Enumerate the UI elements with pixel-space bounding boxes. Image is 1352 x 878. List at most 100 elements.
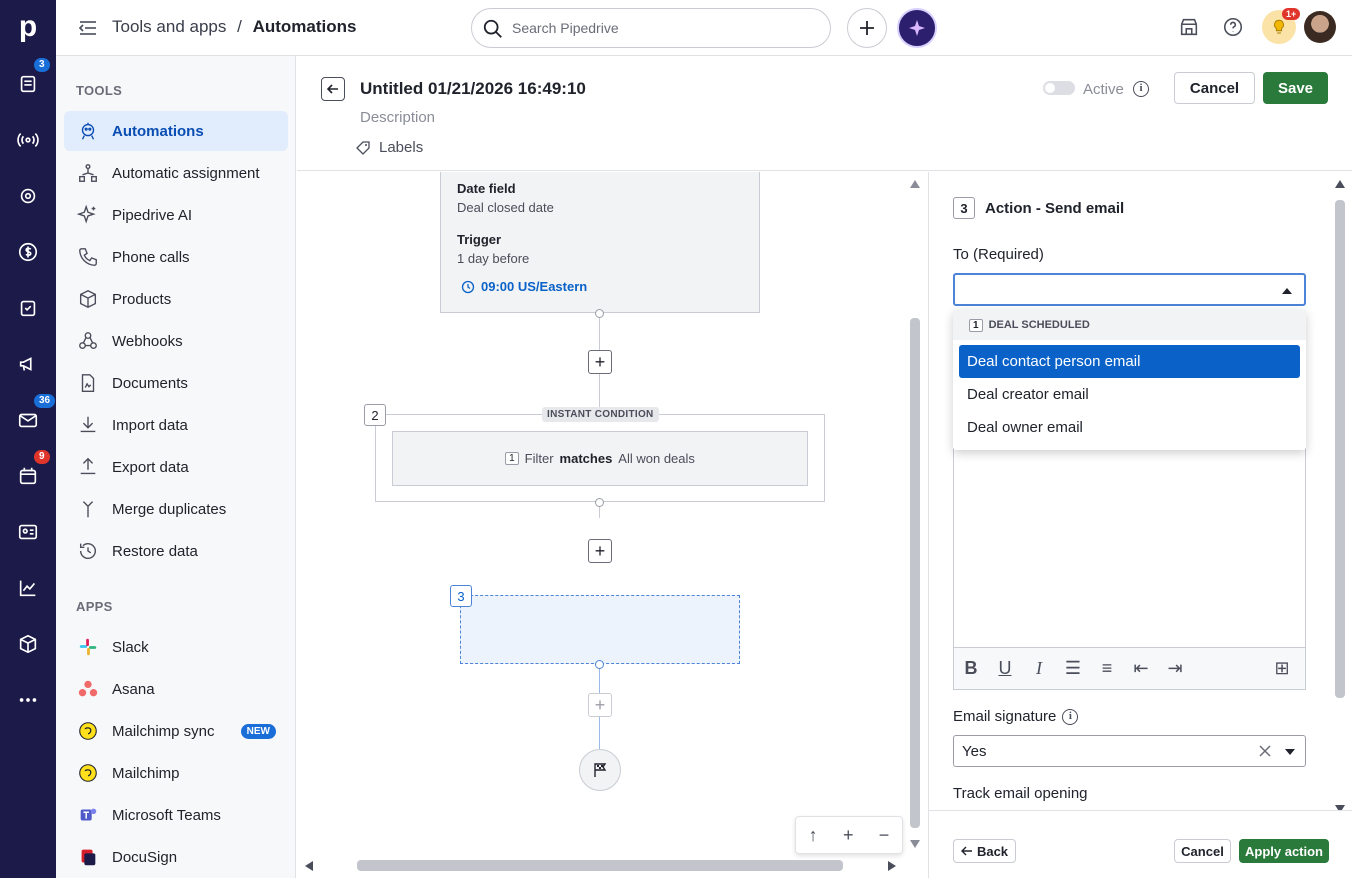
to-dropdown-menu: 1 DEAL SCHEDULED Deal contact person ema… (953, 310, 1306, 450)
sidebar-item-import-data[interactable]: Import data (64, 405, 288, 445)
active-toggle[interactable] (1043, 81, 1075, 95)
signature-info-icon[interactable]: i (1062, 708, 1079, 725)
workflow-canvas[interactable]: Date field Deal closed date Trigger 1 da… (297, 172, 927, 878)
arrow-up-icon[interactable]: ↑ (809, 825, 818, 846)
trigger-node[interactable]: Date field Deal closed date Trigger 1 da… (440, 172, 760, 313)
calendar-icon[interactable] (16, 464, 40, 488)
panel-back-button[interactable]: Back (953, 839, 1016, 863)
sidebar-app-asana[interactable]: Asana (64, 669, 288, 709)
search-box[interactable] (471, 8, 831, 48)
sidebar-item-pipedrive-ai[interactable]: Pipedrive AI (64, 195, 288, 235)
sidebar-item-restore-data[interactable]: Restore data (64, 531, 288, 571)
sidebar-app-docusign[interactable]: DocuSign (64, 837, 288, 877)
dollar-icon[interactable] (16, 240, 40, 264)
leads-icon[interactable] (16, 72, 40, 96)
sidebar-app-slack[interactable]: Slack (64, 627, 288, 667)
sidebar-item-documents[interactable]: Documents (64, 363, 288, 403)
scroll-up-icon[interactable] (909, 179, 921, 189)
sidebar-item-webhooks[interactable]: Webhooks (64, 321, 288, 361)
more-icon[interactable] (16, 688, 40, 712)
search-input[interactable] (512, 18, 812, 38)
dropdown-option[interactable]: Deal contact person email (959, 345, 1300, 378)
tips-badge: 1+ (1282, 8, 1301, 20)
user-avatar[interactable] (1304, 11, 1336, 43)
canvas-horizontal-scrollbar[interactable] (357, 860, 843, 871)
scroll-up-icon[interactable] (1334, 179, 1346, 189)
sidebar-item-export-data[interactable]: Export data (64, 447, 288, 487)
sidebar-app-microsoft-teams[interactable]: Microsoft Teams (64, 795, 288, 835)
add-step-button[interactable]: + (588, 350, 612, 374)
breadcrumb-parent[interactable]: Tools and apps (112, 17, 226, 36)
sidebar-item-merge-duplicates[interactable]: Merge duplicates (64, 489, 288, 529)
scroll-right-icon[interactable] (887, 860, 897, 872)
sidebar-item-automations[interactable]: Automations (64, 111, 288, 151)
scroll-down-icon[interactable] (909, 839, 921, 849)
canvas-vertical-scrollbar[interactable] (910, 318, 920, 828)
panel-vertical-scrollbar[interactable] (1335, 200, 1345, 698)
sidebar-app-mailchimp[interactable]: Mailchimp (64, 753, 288, 793)
sidebar-item-phone-calls[interactable]: Phone calls (64, 237, 288, 277)
apply-action-button[interactable]: Apply action (1239, 839, 1329, 863)
italic-icon[interactable]: I (1022, 658, 1056, 679)
megaphone-icon[interactable] (16, 352, 40, 376)
condition-node[interactable]: 1 Filter matches All won deals (375, 414, 825, 502)
ai-assistant-button[interactable] (897, 8, 937, 48)
target-icon[interactable] (16, 184, 40, 208)
to-select[interactable] (953, 273, 1306, 306)
clear-icon[interactable] (1259, 745, 1271, 757)
bold-icon[interactable]: B (954, 658, 988, 679)
sidebar-app-mailchimp-sync[interactable]: Mailchimp sync NEW (64, 711, 288, 751)
filter-value: All won deals (618, 451, 695, 466)
panel-cancel-button[interactable]: Cancel (1174, 839, 1231, 863)
signature-select[interactable]: Yes (953, 735, 1306, 767)
cancel-button[interactable]: Cancel (1174, 72, 1255, 104)
menu-collapse-icon[interactable] (78, 18, 98, 38)
description-field[interactable]: Description (360, 109, 435, 126)
zoom-out-icon[interactable]: − (879, 825, 890, 846)
filter-box[interactable]: 1 Filter matches All won deals (392, 431, 808, 486)
sidebar-item-label: Products (112, 290, 172, 308)
sidebar-item-label: Export data (112, 458, 189, 476)
info-icon[interactable]: i (1133, 81, 1149, 97)
add-step-button[interactable]: + (588, 539, 612, 563)
trigger-time: 09:00 US/Eastern (461, 279, 587, 294)
webhook-icon (76, 329, 100, 353)
products-icon[interactable] (16, 632, 40, 656)
add-step-button-disabled[interactable]: + (588, 693, 612, 717)
radio-icon[interactable] (16, 128, 40, 152)
underline-icon[interactable]: U (988, 658, 1022, 679)
box-icon (76, 287, 100, 311)
save-button[interactable]: Save (1263, 72, 1328, 104)
pipedrive-logo[interactable]: p (16, 12, 40, 42)
outdent-icon[interactable]: ⇤ (1124, 658, 1158, 679)
action-placeholder-node[interactable] (460, 595, 740, 664)
sidebar-item-products[interactable]: Products (64, 279, 288, 319)
dropdown-option[interactable]: Deal owner email (959, 411, 1300, 444)
breadcrumb-separator: / (237, 17, 242, 36)
quick-add-button[interactable] (847, 8, 887, 48)
sidebar-item-label: Merge duplicates (112, 500, 227, 518)
asana-icon (76, 677, 100, 701)
indent-icon[interactable]: ⇥ (1158, 658, 1192, 679)
mail-icon[interactable] (16, 408, 40, 432)
bullet-list-icon[interactable]: ☰ (1056, 658, 1090, 679)
tasks-icon[interactable] (16, 296, 40, 320)
email-body-editor[interactable]: B U I ☰ ≡ ⇤ ⇥ ⊞ (953, 447, 1306, 690)
contacts-icon[interactable] (16, 520, 40, 544)
labels-button[interactable]: Labels (355, 139, 423, 156)
sidebar-item-automatic-assignment[interactable]: Automatic assignment (64, 153, 288, 193)
marketplace-icon[interactable] (1178, 16, 1202, 40)
insights-icon[interactable] (16, 576, 40, 600)
scroll-left-icon[interactable] (304, 860, 314, 872)
canvas-zoom-controls: ↑ + − (795, 816, 903, 854)
zoom-in-icon[interactable]: + (843, 825, 854, 846)
tips-button[interactable]: 1+ (1262, 8, 1301, 44)
back-button[interactable] (321, 77, 345, 101)
help-icon[interactable] (1222, 16, 1246, 40)
insert-field-icon[interactable]: ⊞ (1265, 658, 1299, 679)
dropdown-option[interactable]: Deal creator email (959, 378, 1300, 411)
sidebar-item-label: Slack (112, 638, 149, 656)
numbered-list-icon[interactable]: ≡ (1090, 658, 1124, 679)
sidebar-item-label: Documents (112, 374, 188, 392)
automation-title[interactable]: Untitled 01/21/2026 16:49:10 (360, 79, 586, 99)
